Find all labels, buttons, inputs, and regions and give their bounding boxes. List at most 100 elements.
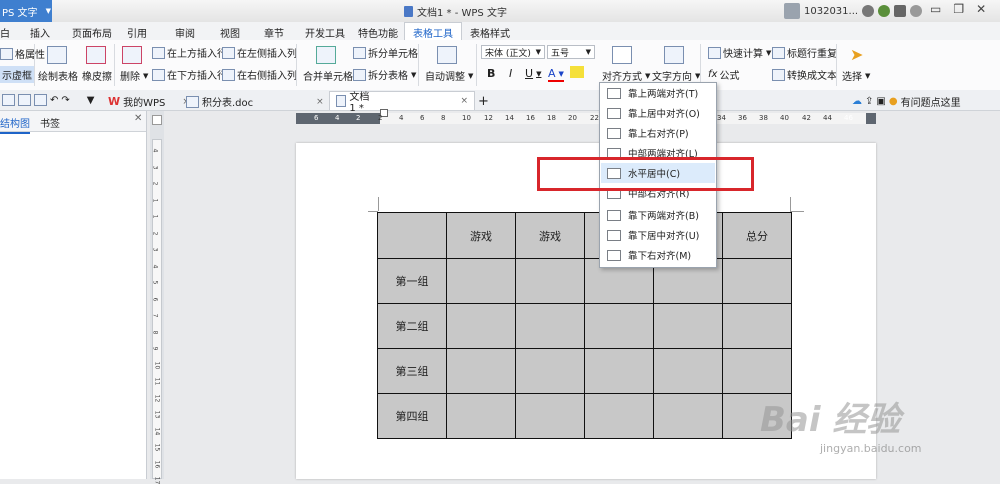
table-cell[interactable] [446, 348, 516, 394]
auto-adjust-icon[interactable] [437, 46, 457, 64]
tab-review[interactable]: 审阅 [175, 25, 195, 40]
table-cell[interactable]: 第二组 [377, 303, 447, 349]
avatar[interactable] [784, 3, 800, 19]
undo-icon[interactable]: ↶ [50, 95, 58, 106]
table-cell[interactable] [653, 303, 723, 349]
table-cell[interactable] [515, 303, 585, 349]
table-cell[interactable] [515, 393, 585, 439]
menu-item-bottom-justify[interactable]: 靠下两端对齐(B) [601, 205, 715, 225]
save-icon[interactable] [2, 94, 15, 106]
insert-col-left-button[interactable]: 在左侧插入列 [222, 45, 297, 60]
split-cell-button[interactable]: 拆分单元格 [353, 45, 418, 60]
doc-tab-doc1[interactable]: 文档1 * × [329, 91, 475, 114]
tab-reference[interactable]: 引用 [127, 25, 147, 40]
tab-table-style[interactable]: 表格样式 [470, 25, 510, 40]
table-cell[interactable] [515, 348, 585, 394]
close-icon[interactable]: × [460, 96, 468, 106]
font-color-button[interactable]: A ▼ [548, 67, 564, 82]
table-cell[interactable]: 总分 [722, 212, 792, 259]
table-cell[interactable] [653, 393, 723, 439]
table-cell[interactable] [446, 393, 516, 439]
eraser-button[interactable]: 橡皮擦 [82, 68, 112, 83]
user-area[interactable]: 1032031... [784, 3, 923, 19]
table-cell[interactable] [722, 348, 792, 394]
tab-page-layout[interactable]: 页面布局 [72, 25, 112, 40]
table-cell[interactable] [653, 348, 723, 394]
app-menu-button[interactable]: PS 文字 ▼ [0, 0, 52, 22]
table-cell[interactable] [584, 303, 654, 349]
bold-button[interactable]: B [487, 67, 495, 80]
help-icon[interactable] [910, 5, 923, 17]
globe-icon[interactable] [878, 5, 891, 17]
table-cell[interactable]: 游戏 [515, 212, 585, 259]
close-icon[interactable]: ✕ [976, 2, 986, 16]
draw-table-icon[interactable] [47, 46, 67, 64]
menu-item-top-right[interactable]: 靠上右对齐(P) [601, 123, 715, 143]
merge-cells-button[interactable]: 合并单元格 [303, 68, 353, 83]
table-cell[interactable]: 第三组 [377, 348, 447, 394]
dropdown-icon[interactable] [862, 5, 875, 17]
table-cell[interactable]: 第四组 [377, 393, 447, 439]
tab-table-tools[interactable]: 表格工具 [404, 22, 462, 40]
header-repeat-button[interactable]: 标题行重复 [772, 45, 837, 60]
menu-item-top-justify[interactable]: 靠上两端对齐(T) [601, 83, 715, 103]
print-icon[interactable] [18, 94, 31, 106]
table-cell[interactable] [446, 303, 516, 349]
split-table-button[interactable]: 拆分表格 ▼ [353, 67, 416, 82]
highlight-icon[interactable] [570, 66, 584, 78]
chevron-down-icon[interactable]: ▼ [87, 95, 95, 106]
ruler-toggle-icon[interactable] [152, 115, 162, 125]
user-name[interactable]: 1032031... [804, 6, 858, 17]
insert-col-right-button[interactable]: 在右侧插入列 [222, 67, 297, 82]
table-cell[interactable] [722, 303, 792, 349]
menu-item-bottom-right[interactable]: 靠下右对齐(M) [601, 245, 715, 265]
underline-button[interactable]: U ▼ [525, 67, 541, 80]
insert-row-below-button[interactable]: 在下方插入行 [152, 67, 227, 82]
draw-table-button[interactable]: 绘制表格 [38, 68, 78, 83]
menu-item-bottom-center[interactable]: 靠下居中对齐(U) [601, 225, 715, 245]
score-table[interactable]: 游戏 游戏 总分 第一组 第二组 第三组 第四组 [377, 212, 792, 439]
tab-insert[interactable]: 插入 [30, 25, 50, 40]
show-border-button[interactable]: 示虚框 [0, 66, 34, 83]
shirt-icon[interactable] [894, 5, 907, 17]
restore-icon[interactable]: ❐ [953, 2, 964, 16]
cloud-icon[interactable]: ☁ [852, 96, 862, 107]
merge-cells-icon[interactable] [316, 46, 336, 64]
font-family-select[interactable]: 宋体 (正文) ▼ [481, 45, 545, 59]
share-icon[interactable]: ⇪ [865, 96, 873, 107]
help-link[interactable]: 有问题点这里 [901, 94, 961, 109]
new-tab-button[interactable]: + [478, 94, 489, 109]
insert-row-above-button[interactable]: 在上方插入行 [152, 45, 227, 60]
table-cell[interactable] [584, 393, 654, 439]
minimize-icon[interactable]: ▭ [930, 2, 941, 16]
doc-tab-score[interactable]: 积分表.doc × [186, 94, 324, 109]
tab-start-partial[interactable]: 白 [0, 25, 10, 40]
tab-structure[interactable]: 结构图 [0, 115, 30, 134]
preview-icon[interactable] [34, 94, 47, 106]
tab-bookmark[interactable]: 书签 [40, 115, 60, 130]
eraser-icon[interactable] [86, 46, 106, 64]
table-cell[interactable] [584, 348, 654, 394]
text-direction-button[interactable]: 文字方向 ▼ [652, 68, 700, 84]
convert-to-text-button[interactable]: 转换成文本 [772, 67, 837, 82]
doc-tab-mywps[interactable]: W 我的WPS × [108, 94, 190, 109]
table-cell[interactable] [446, 258, 516, 304]
italic-button[interactable]: I [509, 67, 512, 80]
tab-chapter[interactable]: 章节 [264, 25, 284, 40]
table-cell[interactable]: 游戏 [446, 212, 516, 259]
menu-item-top-center[interactable]: 靠上居中对齐(O) [601, 103, 715, 123]
table-cell[interactable] [377, 212, 447, 259]
auto-adjust-button[interactable]: 自动调整 ▼ [425, 68, 473, 84]
tab-view[interactable]: 视图 [220, 25, 240, 40]
close-icon[interactable]: × [316, 97, 324, 107]
tab-dev-tools[interactable]: 开发工具 [305, 25, 345, 40]
cursor-arrow-icon[interactable]: ➤ [850, 45, 863, 64]
select-button[interactable]: 选择 ▼ [842, 68, 870, 84]
tab-features[interactable]: 特色功能 [358, 25, 398, 40]
font-size-select[interactable]: 五号 ▼ [547, 45, 595, 59]
lock-icon[interactable]: ▣ [876, 96, 885, 107]
table-cell[interactable]: 第一组 [377, 258, 447, 304]
quick-calc-button[interactable]: 快速计算 ▼ [708, 45, 771, 60]
delete-icon[interactable] [122, 46, 142, 64]
table-cell[interactable] [722, 258, 792, 304]
